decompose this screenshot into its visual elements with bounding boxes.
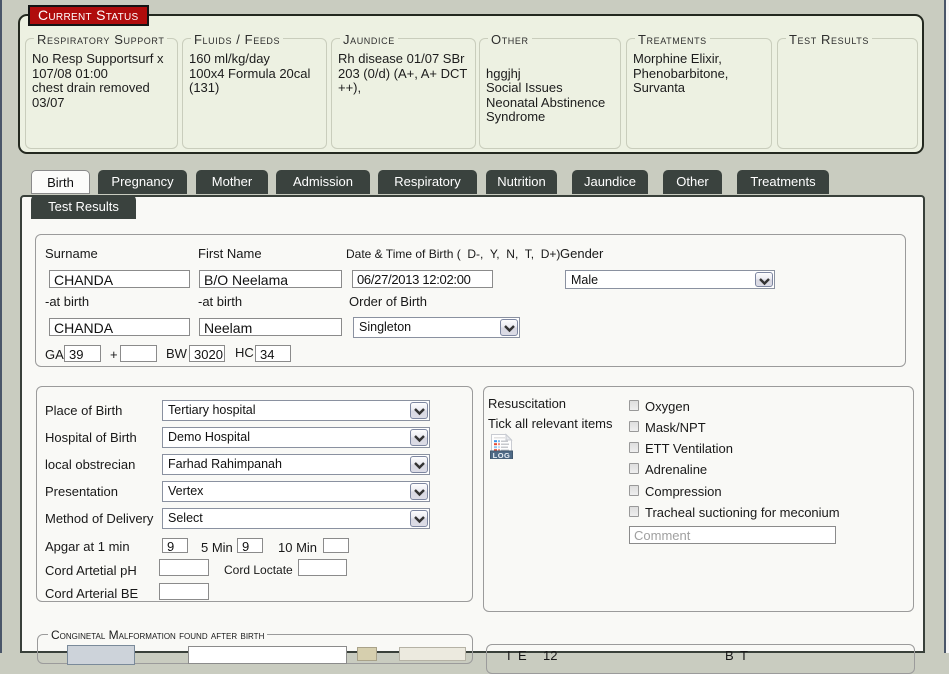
- svg-text:LOG: LOG: [493, 451, 511, 459]
